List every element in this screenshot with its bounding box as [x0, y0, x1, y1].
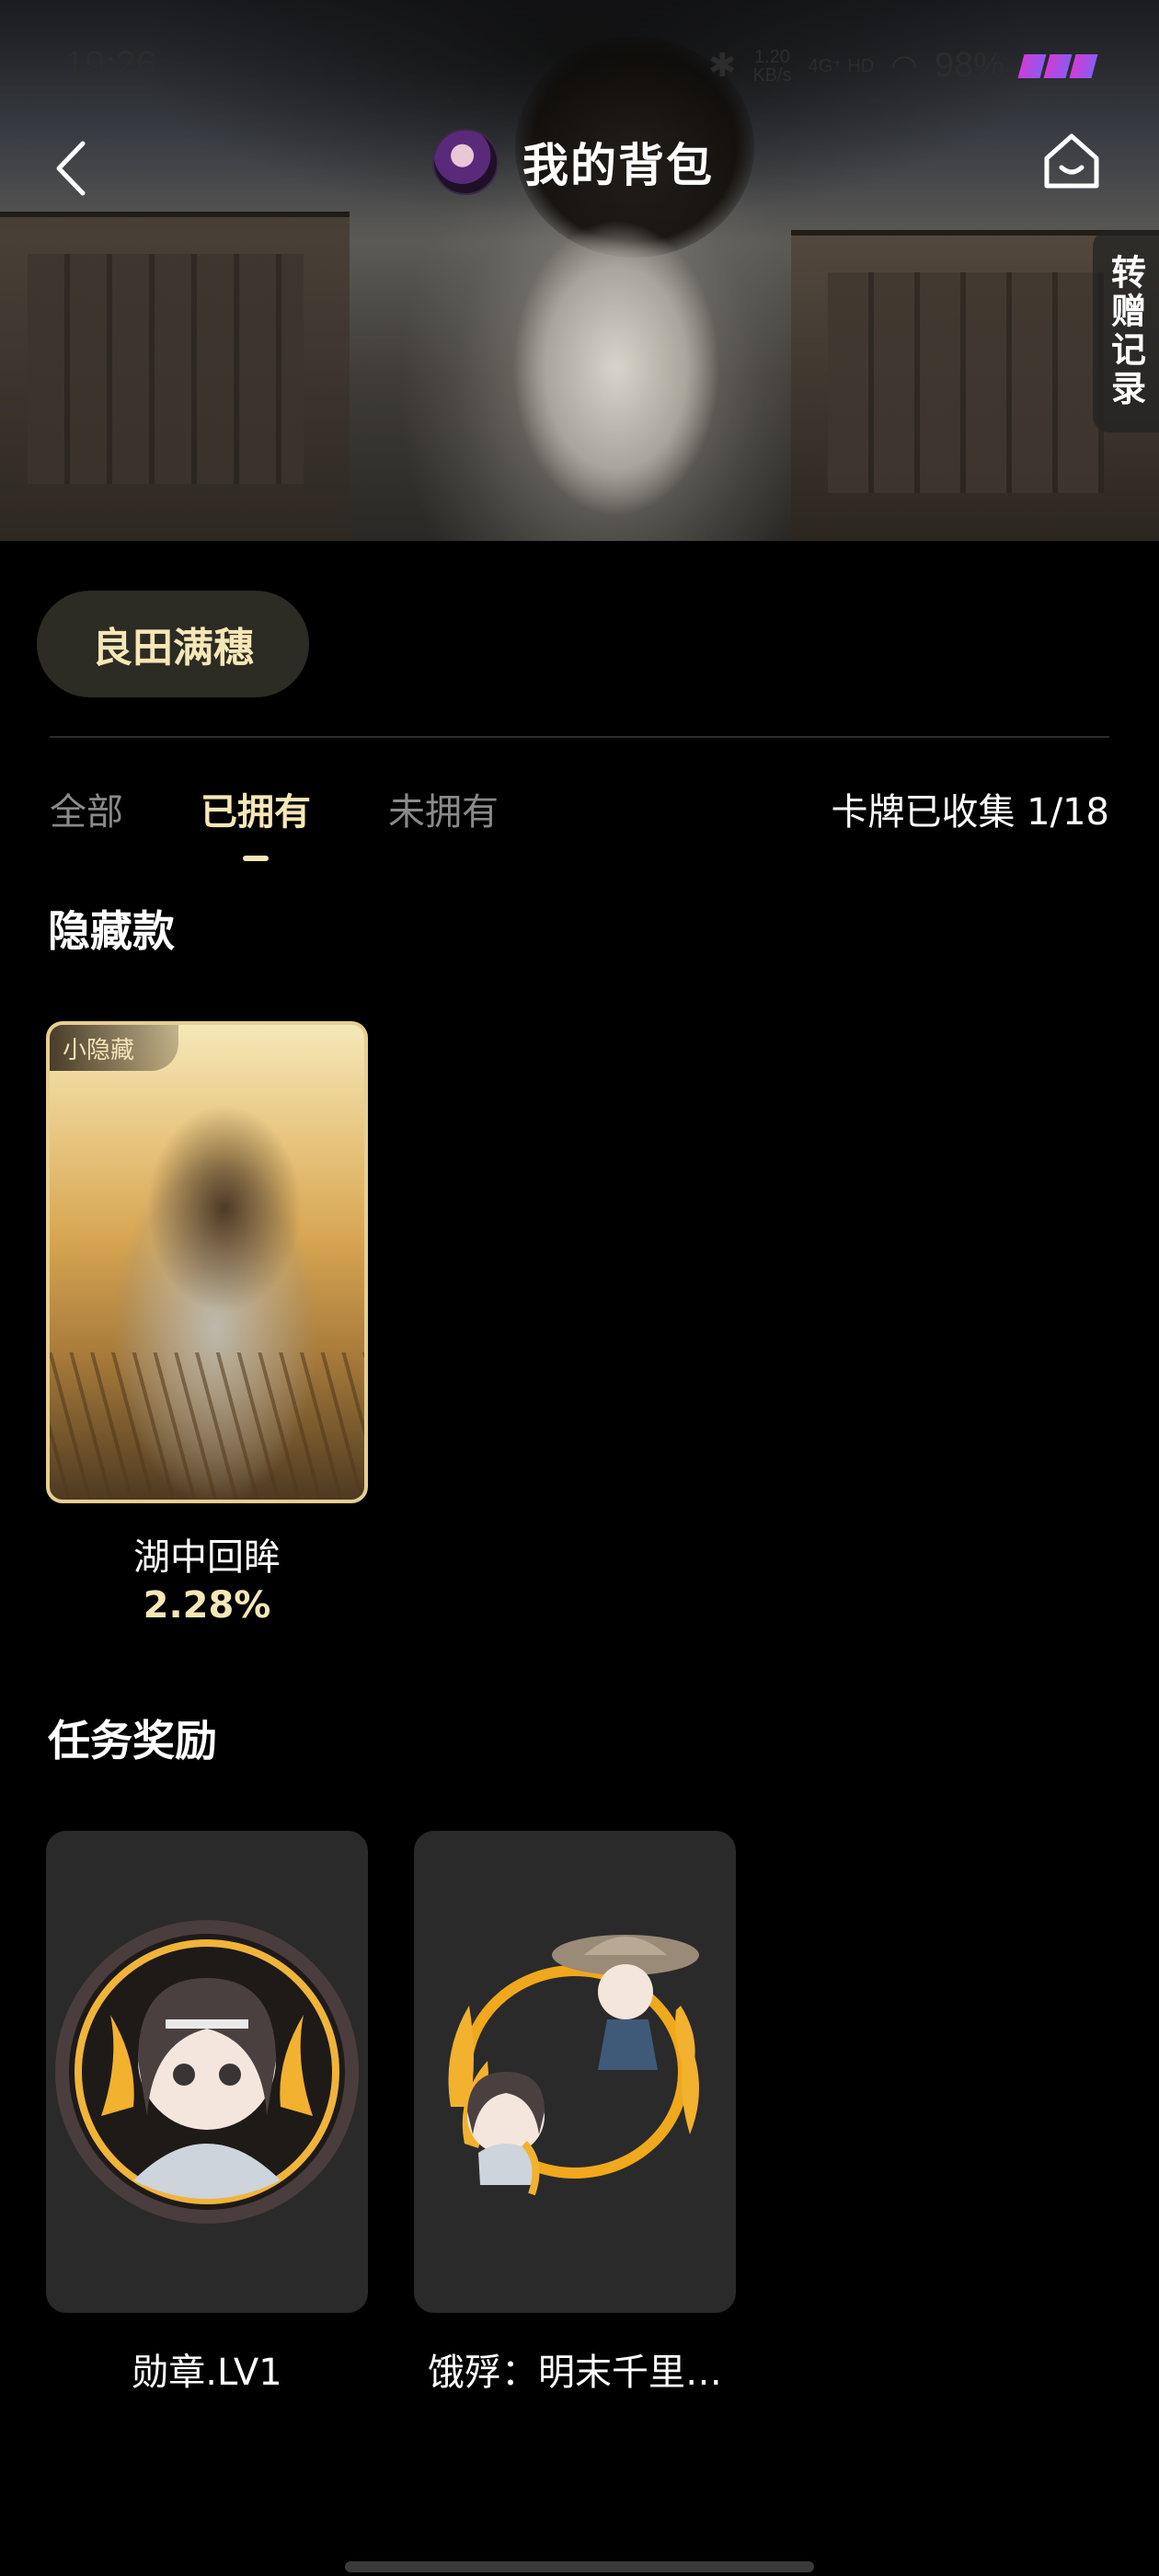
banner-figure	[478, 202, 754, 541]
tab-not-owned[interactable]: 未拥有	[388, 782, 499, 835]
network-type: 4G⁺ HD	[808, 55, 875, 76]
reward-item-medal[interactable]	[46, 1831, 368, 2313]
chevron-left-icon	[56, 141, 86, 196]
medal-icon	[55, 1920, 359, 2224]
status-bar: 19:26 ✱ 1.20 KB/s 4G⁺ HD ◠ 98%	[0, 0, 1159, 138]
back-button[interactable]	[48, 136, 94, 201]
section-title-rewards: 任务奖励	[48, 1716, 217, 1765]
series-selector[interactable]: 良田满穗	[37, 591, 309, 697]
home-indicator[interactable]	[345, 2561, 814, 2572]
net-speed-value: 1.20	[753, 46, 790, 67]
tab-all[interactable]: 全部	[50, 782, 123, 835]
bluetooth-icon: ✱	[708, 47, 737, 85]
banner-building-left	[0, 212, 350, 541]
filter-tabs: 全部 已拥有 未拥有	[50, 782, 499, 835]
divider	[50, 736, 1109, 738]
card-badge: 小隐藏	[50, 1025, 178, 1071]
card-rate: 2.28%	[143, 1584, 271, 1627]
reward-name: 勋章.LV1	[132, 2352, 282, 2394]
battery-icon	[1017, 53, 1098, 78]
reward-name: 饿殍：明末千里…	[428, 2352, 722, 2394]
gift-record-label: 转赠记录	[1105, 254, 1146, 408]
battery-percent: 98%	[934, 46, 1004, 85]
wifi-icon: ◠	[890, 47, 918, 85]
collection-count: 卡牌已收集 1/18	[831, 791, 1109, 834]
tab-owned[interactable]: 已拥有	[201, 782, 311, 835]
card-item[interactable]: 小隐藏	[46, 1021, 368, 1503]
net-speed: 1.20 KB/s	[752, 48, 791, 85]
gift-record-button[interactable]: 转赠记录	[1093, 230, 1159, 432]
net-speed-unit: KB/s	[752, 64, 792, 86]
home-button[interactable]	[1039, 129, 1104, 193]
home-icon	[1044, 133, 1099, 189]
status-time: 19:26	[64, 44, 157, 85]
title-bar: 我的背包	[432, 129, 714, 195]
avatar[interactable]	[432, 129, 499, 195]
reward-item-frame[interactable]	[414, 1831, 736, 2313]
card-name: 湖中回眸	[133, 1536, 281, 1579]
section-title-hidden: 隐藏款	[48, 906, 175, 956]
avatar-frame-icon	[448, 1935, 699, 2196]
status-icons: ✱ 1.20 KB/s 4G⁺ HD ◠ 98%	[708, 46, 1098, 86]
series-name: 良田满穗	[92, 625, 254, 672]
page-title: 我的背包	[522, 139, 714, 192]
